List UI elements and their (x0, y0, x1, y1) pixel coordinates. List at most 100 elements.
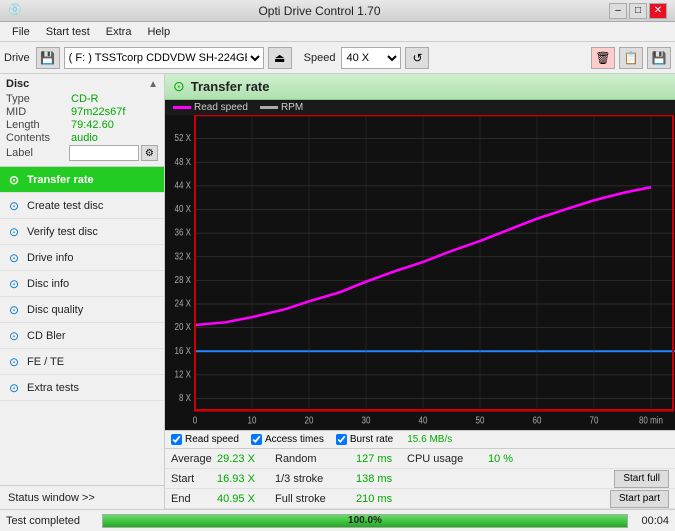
status-window-button[interactable]: Status window >> (0, 485, 164, 509)
nav-extra-tests[interactable]: ⊙ Extra tests (0, 375, 164, 401)
app-icon: 💿 (8, 3, 24, 19)
svg-text:44 X: 44 X (175, 180, 192, 191)
burst-rate-checkbox[interactable] (336, 434, 347, 445)
nav-disc-quality[interactable]: ⊙ Disc quality (0, 297, 164, 323)
full-stroke-label: Full stroke (275, 493, 350, 505)
nav-verify-test-disc[interactable]: ⊙ Verify test disc (0, 219, 164, 245)
chart-header: ⊙ Transfer rate (165, 74, 675, 100)
erase-button[interactable]: 🗑 (591, 47, 615, 69)
eject-button[interactable]: ⏏ (268, 47, 292, 69)
nav-create-test-disc-label: Create test disc (27, 200, 103, 212)
menu-help[interactable]: Help (139, 24, 178, 40)
nav-fe-te[interactable]: ⊙ FE / TE (0, 349, 164, 375)
disc-length-value: 79:42.60 (71, 119, 114, 131)
svg-text:80 min: 80 min (639, 414, 663, 425)
nav-create-test-disc[interactable]: ⊙ Create test disc (0, 193, 164, 219)
nav-verify-test-disc-label: Verify test disc (27, 226, 98, 238)
legend-rpm: RPM (260, 102, 303, 113)
access-times-checkbox[interactable] (251, 434, 262, 445)
stats-row-end: End 40.95 X Full stroke 210 ms Start par… (165, 489, 675, 509)
menu-start-test[interactable]: Start test (38, 24, 98, 40)
minimize-button[interactable]: – (609, 3, 627, 19)
start-part-button[interactable]: Start part (610, 490, 669, 508)
start-label: Start (171, 473, 211, 485)
nav-disc-info-label: Disc info (27, 278, 69, 290)
fe-te-icon: ⊙ (6, 355, 22, 369)
burst-rate-display: 15.6 MB/s (407, 434, 452, 445)
disc-mid-label: MID (6, 106, 71, 118)
nav-drive-info[interactable]: ⊙ Drive info (0, 245, 164, 271)
maximize-button[interactable]: □ (629, 3, 647, 19)
disc-length-row: Length 79:42.60 (6, 119, 158, 131)
legend-read-color (173, 106, 191, 109)
create-test-disc-icon: ⊙ (6, 199, 22, 213)
svg-text:20: 20 (305, 414, 314, 425)
chart-checkboxes-row: Read speed Access times Burst rate 15.6 … (165, 430, 675, 448)
svg-text:40 X: 40 X (175, 203, 192, 214)
close-button[interactable]: ✕ (649, 3, 667, 19)
svg-text:10: 10 (248, 414, 257, 425)
refresh-button[interactable]: ↺ (405, 47, 429, 69)
drive-select[interactable]: ( F: ) TSSTcorp CDDVDW SH-224GB SB00 (64, 47, 264, 69)
random-label: Random (275, 453, 350, 465)
menu-extra[interactable]: Extra (98, 24, 140, 40)
save-button[interactable]: 💾 (647, 47, 671, 69)
chart-svg: 52 X 48 X 44 X 40 X 36 X 32 X 28 X 24 X … (165, 115, 675, 430)
speed-select[interactable]: 40 X (341, 47, 401, 69)
disc-contents-label: Contents (6, 132, 71, 144)
read-speed-checkbox-label[interactable]: Read speed (171, 434, 239, 445)
disc-label-input[interactable] (69, 145, 139, 161)
read-speed-checkbox[interactable] (171, 434, 182, 445)
nav-disc-info[interactable]: ⊙ Disc info (0, 271, 164, 297)
access-times-checkbox-label[interactable]: Access times (251, 434, 324, 445)
disc-panel-title: Disc (6, 78, 29, 90)
disc-length-label: Length (6, 119, 71, 131)
stats-row-average: Average 29.23 X Random 127 ms CPU usage … (165, 449, 675, 469)
nav-disc-quality-label: Disc quality (27, 304, 83, 316)
window-controls: – □ ✕ (609, 3, 667, 19)
sidebar-nav: ⊙ Transfer rate ⊙ Create test disc ⊙ Ver… (0, 167, 164, 485)
nav-cd-bler[interactable]: ⊙ CD Bler (0, 323, 164, 349)
chart-legend: Read speed RPM (165, 100, 675, 115)
status-window-label: Status window >> (8, 492, 95, 504)
svg-text:12 X: 12 X (175, 369, 192, 380)
svg-text:36 X: 36 X (175, 227, 192, 238)
speed-label: Speed (304, 52, 336, 64)
drive-info-icon: ⊙ (6, 251, 22, 265)
end-value: 40.95 X (217, 493, 269, 505)
main-layout: Disc ▲ Type CD-R MID 97m22s67f Length 79… (0, 74, 675, 509)
average-value: 29.23 X (217, 453, 269, 465)
average-label: Average (171, 453, 211, 465)
transfer-rate-icon: ⊙ (6, 173, 22, 187)
stats-row-start: Start 16.93 X 1/3 stroke 138 ms Start fu… (165, 469, 675, 489)
svg-text:0: 0 (193, 414, 197, 425)
legend-rpm-label: RPM (281, 102, 303, 113)
start-full-button[interactable]: Start full (614, 470, 669, 488)
nav-transfer-rate[interactable]: ⊙ Transfer rate (0, 167, 164, 193)
cd-bler-icon: ⊙ (6, 329, 22, 343)
random-value: 127 ms (356, 453, 401, 465)
legend-rpm-color (260, 106, 278, 109)
svg-text:60: 60 (533, 414, 542, 425)
stats-area: Average 29.23 X Random 127 ms CPU usage … (165, 448, 675, 509)
disc-type-value: CD-R (71, 93, 99, 105)
copy-button[interactable]: 📋 (619, 47, 643, 69)
legend-read-label: Read speed (194, 102, 248, 113)
svg-text:8 X: 8 X (179, 392, 192, 403)
extra-tests-icon: ⊙ (6, 381, 22, 395)
burst-rate-checkbox-label[interactable]: Burst rate (336, 434, 393, 445)
end-label: End (171, 493, 211, 505)
menu-file[interactable]: File (4, 24, 38, 40)
nav-fe-te-label: FE / TE (27, 356, 64, 368)
disc-contents-value: audio (71, 132, 98, 144)
cpu-label: CPU usage (407, 453, 482, 465)
disc-label-label: Label (6, 147, 69, 159)
legend-read-speed: Read speed (173, 102, 248, 113)
disc-label-refresh[interactable]: ⚙ (141, 145, 158, 161)
disc-contents-row: Contents audio (6, 132, 158, 144)
svg-text:40: 40 (419, 414, 428, 425)
svg-text:24 X: 24 X (175, 298, 192, 309)
nav-transfer-rate-label: Transfer rate (27, 174, 94, 186)
disc-panel-collapse[interactable]: ▲ (148, 79, 158, 90)
cpu-value: 10 % (488, 453, 669, 465)
